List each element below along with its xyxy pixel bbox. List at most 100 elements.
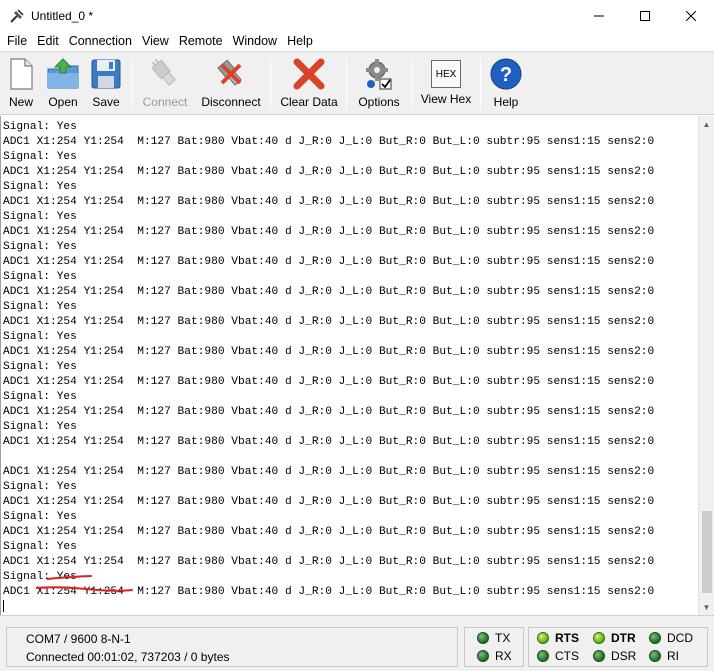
terminal-line: Signal: Yes xyxy=(3,121,77,133)
terminal-line: Signal: Yes xyxy=(3,361,77,373)
terminal-line: Signal: Yes xyxy=(3,541,77,553)
toolbar-separator xyxy=(480,58,481,110)
terminal-line: ADC1 X1:254 Y1:254 M:127 Bat:980 Vbat:40… xyxy=(3,406,655,418)
terminal-line: Signal: Yes xyxy=(3,271,77,283)
connection-status-panel: COM7 / 9600 8-N-1 Connected 00:01:02, 73… xyxy=(6,627,458,667)
terminal-line: Signal: Yes xyxy=(3,241,77,253)
terminal-line: ADC1 X1:254 Y1:254 M:127 Bat:980 Vbat:40… xyxy=(3,556,655,568)
terminal-output[interactable]: Signal: Yes ADC1 X1:254 Y1:254 M:127 Bat:… xyxy=(0,116,698,615)
new-file-icon xyxy=(10,58,33,90)
scrollbar-thumb[interactable] xyxy=(702,511,712,593)
minimize-button[interactable] xyxy=(576,0,622,31)
menu-window[interactable]: Window xyxy=(228,34,282,48)
disconnect-label: Disconnect xyxy=(201,95,261,109)
toolbar-separator xyxy=(411,58,412,110)
dcd-label: DCD xyxy=(667,631,693,645)
window-title: Untitled_0 * xyxy=(31,8,94,23)
disconnect-button[interactable]: Disconnect xyxy=(199,55,263,113)
svg-text:?: ? xyxy=(500,64,512,86)
rx-led-icon xyxy=(477,650,489,662)
terminal-line: ADC1 X1:254 Y1:254 M:127 Bat:980 Vbat:40… xyxy=(3,436,655,448)
connect-button[interactable]: Connect xyxy=(140,55,190,113)
lines-panel: RTS CTS DTR DSR DCD RI xyxy=(528,627,708,667)
save-disk-icon xyxy=(91,59,121,89)
save-label: Save xyxy=(92,95,120,109)
toolbar-separator xyxy=(131,58,132,110)
terminal-line: ADC1 X1:254 Y1:254 M:127 Bat:980 Vbat:40… xyxy=(3,376,655,388)
close-button[interactable] xyxy=(668,0,714,31)
minimize-icon xyxy=(594,15,604,16)
open-folder-icon xyxy=(47,58,79,89)
scroll-down-icon[interactable]: ▼ xyxy=(699,599,714,615)
options-label: Options xyxy=(358,95,400,109)
connect-label: Connect xyxy=(142,95,188,109)
view-hex-button[interactable]: HEX View Hex xyxy=(420,55,472,113)
terminal-line: Signal: Yes xyxy=(3,301,77,313)
terminal-line: Signal: Yes xyxy=(3,181,77,193)
cts-indicator: CTS xyxy=(537,649,579,663)
view-hex-label: View Hex xyxy=(420,92,472,106)
disconnect-plug-icon xyxy=(217,59,242,86)
rx-indicator: RX xyxy=(477,649,512,663)
vertical-scrollbar[interactable]: ▲ ▼ xyxy=(698,116,714,615)
terminal-lines: Signal: Yes ADC1 X1:254 Y1:254 M:127 Bat:… xyxy=(3,120,654,600)
maximize-icon xyxy=(640,10,650,21)
dsr-label: DSR xyxy=(611,649,637,663)
dsr-indicator: DSR xyxy=(593,649,636,663)
open-button[interactable]: Open xyxy=(45,55,81,113)
menu-connection[interactable]: Connection xyxy=(64,34,137,48)
title-bar: Untitled_0 * xyxy=(0,0,714,31)
options-gear-icon xyxy=(366,59,392,90)
save-button[interactable]: Save xyxy=(90,55,122,113)
terminal-line: ADC1 X1:254 Y1:254 M:127 Bat:980 Vbat:40… xyxy=(3,286,655,298)
close-icon xyxy=(686,10,696,21)
terminal-line: ADC1 X1:254 Y1:254 M:127 Bat:980 Vbat:40… xyxy=(3,256,655,268)
connection-info-text: Connected 00:01:02, 737203 / 0 bytes xyxy=(26,650,230,664)
menu-file[interactable]: File xyxy=(2,34,32,48)
menu-remote[interactable]: Remote xyxy=(174,34,228,48)
cts-led-icon xyxy=(537,650,549,662)
help-question-icon: ? xyxy=(490,58,522,90)
terminal-line: ADC1 X1:254 Y1:254 M:127 Bat:980 Vbat:40… xyxy=(3,496,655,508)
terminal-line: ADC1 X1:254 Y1:254 M:127 Bat:980 Vbat:40… xyxy=(3,526,655,538)
red-underline-annotation xyxy=(36,586,133,592)
terminal-line: Signal: Yes xyxy=(3,571,77,583)
dcd-indicator: DCD xyxy=(649,631,693,645)
dtr-led-icon xyxy=(593,632,605,644)
terminal-line: ADC1 X1:254 Y1:254 M:127 Bat:980 Vbat:40… xyxy=(3,226,655,238)
rx-label: RX xyxy=(495,649,512,663)
scroll-up-icon[interactable]: ▲ xyxy=(699,116,714,132)
dsr-led-icon xyxy=(593,650,605,662)
clear-data-button[interactable]: Clear Data xyxy=(280,55,338,113)
help-label: Help xyxy=(493,95,519,109)
terminal-line: ADC1 X1:254 Y1:254 M:127 Bat:980 Vbat:40… xyxy=(3,166,655,178)
txrx-panel: TX RX xyxy=(464,627,524,667)
tx-label: TX xyxy=(495,631,511,645)
new-button[interactable]: New xyxy=(5,55,37,113)
terminal-line: ADC1 X1:254 Y1:254 M:127 Bat:980 Vbat:40… xyxy=(3,136,655,148)
ri-led-icon xyxy=(649,650,661,662)
options-button[interactable]: Options xyxy=(355,55,403,113)
rts-indicator[interactable]: RTS xyxy=(537,631,579,645)
rts-label: RTS xyxy=(555,631,579,645)
menu-help[interactable]: Help xyxy=(282,34,318,48)
terminal-line: Signal: Yes xyxy=(3,331,77,343)
open-label: Open xyxy=(48,95,78,109)
menu-view[interactable]: View xyxy=(137,34,174,48)
clear-data-label: Clear Data xyxy=(280,95,338,109)
ri-label: RI xyxy=(667,649,679,663)
menu-bar: File Edit Connection View Remote Window … xyxy=(0,31,714,51)
help-button[interactable]: ? Help xyxy=(489,55,523,113)
red-underline-annotation xyxy=(47,575,92,580)
toolbar-separator xyxy=(270,58,271,110)
maximize-button[interactable] xyxy=(622,0,668,31)
terminal-line: ADC1 X1:254 Y1:254 M:127 Bat:980 Vbat:40… xyxy=(3,196,655,208)
dtr-indicator[interactable]: DTR xyxy=(593,631,636,645)
ri-indicator: RI xyxy=(649,649,679,663)
terminal-line: Signal: Yes xyxy=(3,211,77,223)
port-settings-text: COM7 / 9600 8-N-1 xyxy=(26,632,131,646)
new-label: New xyxy=(8,95,33,109)
menu-edit[interactable]: Edit xyxy=(32,34,64,48)
terminal-line: ADC1 X1:254 Y1:254 M:127 Bat:980 Vbat:40… xyxy=(3,346,655,358)
terminal-line: Signal: Yes xyxy=(3,151,77,163)
